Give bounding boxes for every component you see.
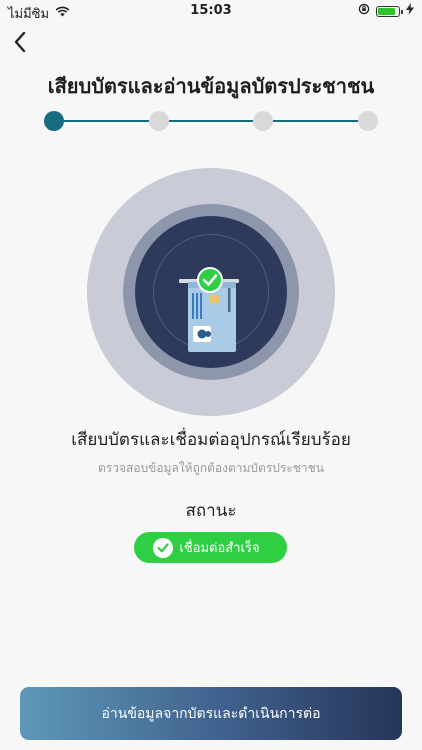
- status-bar: ไม่มีซิม 15:03: [0, 0, 422, 22]
- step-4-dot: [358, 111, 378, 131]
- status-right: [358, 3, 414, 19]
- chevron-left-icon: [13, 31, 27, 57]
- connection-subheading: ตรวจสอบข้อมูลให้ถูกต้องตามบัตรประชาชน: [97, 461, 325, 475]
- connection-heading: เสียบบัตรและเชื่อมต่ออุปกรณ์เรียบร้อย: [71, 430, 351, 450]
- step-connector: [168, 120, 254, 122]
- step-1-dot: [44, 111, 64, 131]
- read-card-continue-button[interactable]: อ่านข้อมูลจากบัตรและดำเนินการต่อ: [20, 687, 402, 740]
- page-title: เสียบบัตรและอ่านข้อมูลบัตรประชาชน: [47, 74, 375, 98]
- status-badge-label: เชื่อมต่อสำเร็จ: [179, 541, 260, 556]
- check-icon: [153, 537, 174, 558]
- card-reader-illustration: [87, 168, 335, 416]
- step-connector: [273, 120, 358, 122]
- step-3-dot: [253, 111, 274, 131]
- battery-icon: [376, 5, 403, 17]
- id-card-icon: [179, 267, 239, 352]
- status-badge: เชื่อมต่อสำเร็จ: [134, 532, 287, 563]
- status-label: สถานะ: [185, 501, 237, 521]
- read-card-continue-label: อ่านข้อมูลจากบัตรและดำเนินการต่อ: [101, 705, 321, 722]
- charging-icon: [406, 3, 414, 19]
- battery-fill: [378, 7, 395, 15]
- step-2-dot: [148, 111, 169, 131]
- back-button[interactable]: [6, 30, 34, 58]
- orientation-lock-icon: [358, 3, 370, 19]
- step-connector: [64, 120, 149, 122]
